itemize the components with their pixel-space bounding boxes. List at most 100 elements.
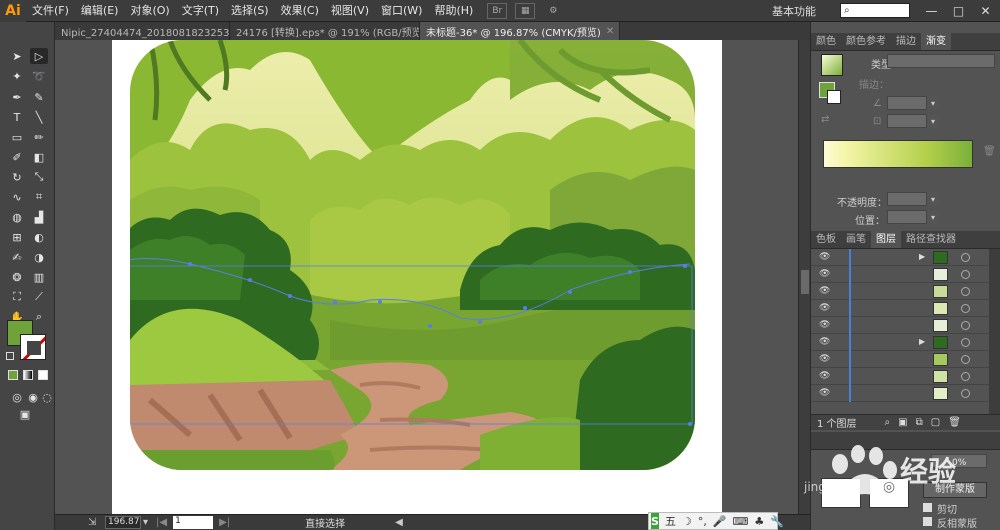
position-field[interactable]	[887, 210, 927, 224]
layer-row[interactable]: 👁	[811, 283, 989, 300]
aspect-ratio-field[interactable]	[887, 114, 927, 128]
tab-swatches[interactable]: 色板	[811, 231, 841, 248]
layer-row[interactable]: 👁	[811, 317, 989, 334]
menu-select[interactable]: 选择(S)	[225, 0, 275, 22]
sogou-icon[interactable]: S	[651, 513, 659, 529]
warp-tool-icon[interactable]: ∿	[8, 189, 26, 205]
punct-icon[interactable]: °,	[698, 515, 707, 528]
close-tab-icon[interactable]: ✕	[606, 26, 614, 37]
visibility-icon[interactable]: 👁	[819, 286, 831, 296]
stroke-swatch[interactable]	[20, 334, 46, 360]
artboard[interactable]	[112, 40, 722, 514]
layer-row[interactable]: 👁	[811, 368, 989, 385]
tab-pathfinder[interactable]: 路径查找器	[901, 231, 961, 248]
default-colors-icon[interactable]	[6, 352, 14, 360]
target-icon[interactable]	[961, 304, 970, 313]
mesh-tool-icon[interactable]: ⊞	[8, 229, 26, 245]
visibility-icon[interactable]: 👁	[819, 303, 831, 313]
bridge-icon[interactable]: Br	[487, 2, 508, 19]
tab-brushes[interactable]: 画笔	[841, 231, 871, 248]
magic-wand-tool-icon[interactable]: ✦	[8, 68, 26, 84]
tab-layers[interactable]: 图层	[871, 231, 901, 248]
target-icon[interactable]	[961, 372, 970, 381]
visibility-icon[interactable]: 👁	[819, 320, 831, 330]
visibility-icon[interactable]: 👁	[819, 269, 831, 279]
artboard-tool-icon[interactable]: ⛶	[8, 289, 26, 305]
visibility-icon[interactable]: 👁	[819, 388, 831, 398]
invert-mask-checkbox[interactable]	[923, 517, 932, 526]
tab-stroke[interactable]: 描边	[891, 33, 921, 50]
visibility-icon[interactable]: 👁	[819, 252, 831, 262]
target-icon[interactable]	[961, 287, 970, 296]
close-button[interactable]: ✕	[972, 0, 999, 22]
target-icon[interactable]	[961, 321, 970, 330]
zoom-field[interactable]: 196.87	[105, 516, 141, 529]
slice-tool-icon[interactable]: ⟋	[30, 289, 48, 305]
eyedropper-tool-icon[interactable]: ✍	[8, 249, 26, 265]
make-mask-button[interactable]: 制作蒙版	[923, 482, 987, 498]
maximize-button[interactable]: □	[945, 0, 972, 22]
ime-mode-label[interactable]: 五	[665, 513, 676, 529]
next-artboard-icon[interactable]: ▶|	[219, 517, 230, 528]
mic-icon[interactable]: 🎤	[713, 515, 727, 528]
stroke-mini-swatch[interactable]	[827, 90, 841, 104]
expand-icon[interactable]: ▶	[919, 252, 925, 261]
moon-icon[interactable]: ☽	[682, 515, 692, 528]
menu-window[interactable]: 窗口(W)	[375, 0, 428, 22]
gradient-tool-icon[interactable]: ◐	[30, 229, 48, 245]
scale-tool-icon[interactable]: ⤡	[30, 169, 48, 185]
gpu-icon[interactable]: ⚙	[543, 3, 563, 19]
layer-row[interactable]: 👁	[811, 351, 989, 368]
menu-file[interactable]: 文件(F)	[26, 0, 75, 22]
angle-field[interactable]	[887, 96, 927, 110]
angle-dropdown-icon[interactable]: ▾	[927, 96, 939, 110]
visibility-icon[interactable]: 👁	[819, 337, 831, 347]
perspective-grid-tool-icon[interactable]: ▟	[30, 209, 48, 225]
clip-checkbox[interactable]	[923, 503, 932, 512]
pen-tool-icon[interactable]: ✒	[8, 89, 26, 105]
new-layer-icon[interactable]: ▢	[931, 417, 940, 428]
menu-view[interactable]: 视图(V)	[325, 0, 375, 22]
doc-tab-nipic[interactable]: Nipic_27404474_20180818232531744087.ai* …	[55, 22, 230, 40]
lasso-tool-icon[interactable]: ➰	[30, 68, 48, 84]
scroll-thumb[interactable]	[801, 270, 809, 294]
pencil-tool-icon[interactable]: ✐	[8, 149, 26, 165]
rotate-tool-icon[interactable]: ↻	[8, 169, 26, 185]
rectangle-tool-icon[interactable]: ▭	[8, 129, 26, 145]
keyboard-icon[interactable]: ⌨	[733, 515, 749, 528]
screen-mode-icon[interactable]: ▣	[16, 406, 34, 422]
export-icon[interactable]: ⇲	[88, 517, 96, 528]
layer-row[interactable]: 👁	[811, 385, 989, 402]
layer-row[interactable]: 👁 ▶	[811, 334, 989, 351]
vertical-scrollbar[interactable]	[798, 40, 810, 514]
menu-edit[interactable]: 编辑(E)	[75, 0, 125, 22]
layer-row[interactable]: 👁	[811, 266, 989, 283]
canvas-area[interactable]	[55, 40, 810, 514]
status-arrow-icon[interactable]: ◀	[395, 517, 403, 528]
doc-tab-untitled36[interactable]: 未标题-36* @ 196.87% (CMYK/预览) ✕	[420, 22, 620, 40]
new-sublayer-icon[interactable]: ⧉	[916, 417, 923, 428]
forest-illustration[interactable]	[130, 40, 695, 470]
target-icon[interactable]	[961, 253, 970, 262]
tab-gradient[interactable]: 渐变	[921, 33, 951, 50]
target-icon[interactable]	[961, 355, 970, 364]
position-dropdown-icon[interactable]: ▾	[927, 210, 939, 224]
none-mode-button[interactable]	[38, 370, 48, 380]
workspace-switcher[interactable]: 基本功能	[772, 3, 816, 19]
shape-builder-tool-icon[interactable]: ◍	[8, 209, 26, 225]
menu-object[interactable]: 对象(O)	[124, 0, 175, 22]
aspect-dropdown-icon[interactable]: ▾	[927, 114, 939, 128]
line-tool-icon[interactable]: ╲	[30, 109, 48, 125]
menu-effect[interactable]: 效果(C)	[275, 0, 325, 22]
reverse-gradient-icon[interactable]: ⇄	[821, 114, 829, 125]
target-icon[interactable]	[961, 270, 970, 279]
target-icon[interactable]	[961, 389, 970, 398]
target-icon[interactable]	[961, 338, 970, 347]
layers-scrollbar[interactable]	[989, 249, 1000, 429]
zoom-dropdown-icon[interactable]: ▾	[143, 517, 148, 528]
selection-tool-icon[interactable]: ➤	[8, 48, 26, 64]
delete-layer-icon[interactable]: 🗑	[948, 417, 961, 428]
column-graph-tool-icon[interactable]: ▥	[30, 269, 48, 285]
gradient-slider[interactable]	[823, 140, 973, 168]
locate-object-icon[interactable]: ⌕	[885, 417, 891, 428]
